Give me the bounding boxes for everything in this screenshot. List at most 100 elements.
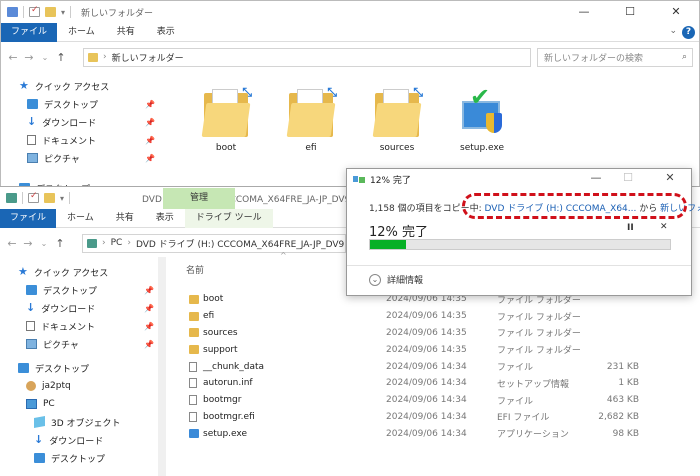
download-icon: ↓: [27, 115, 37, 128]
nav-item-desktop[interactable]: デスクトップ: [0, 359, 160, 377]
tab-view[interactable]: 表示: [146, 23, 186, 42]
icon-item-setup[interactable]: ✔ setup.exe: [447, 83, 517, 153]
breadcrumb-pc[interactable]: PC: [111, 238, 123, 248]
nav-item-documents[interactable]: ドキュメント 📌: [0, 317, 160, 335]
column-header-name[interactable]: 名前: [186, 263, 204, 276]
new-folder-icon[interactable]: [44, 193, 55, 203]
file-row-autorun[interactable]: autorun.inf 2024/09/06 14:34 セットアップ情報 1 …: [175, 375, 700, 392]
dialog-title: 12% 完了: [370, 176, 411, 186]
file-row-bootmgr[interactable]: bootmgr 2024/09/06 14:34 ファイル 463 KB: [175, 392, 700, 409]
nav-item-downloads[interactable]: ↓ ダウンロード: [0, 431, 160, 449]
nav-item-pc[interactable]: PC: [0, 395, 160, 413]
tab-view[interactable]: 表示: [145, 209, 185, 228]
pin-icon: 📌: [144, 321, 154, 331]
back-arrow-icon[interactable]: ←: [4, 237, 20, 250]
file-type: ファイル フォルダー: [497, 312, 581, 323]
nav-label: クイック アクセス: [33, 268, 109, 279]
address-bar[interactable]: › 新しいフォルダー: [83, 47, 531, 67]
nav-scrollbar[interactable]: [158, 257, 166, 476]
up-arrow-icon[interactable]: ↑: [52, 237, 68, 250]
nav-item-downloads[interactable]: ↓ ダウンロード 📌: [1, 113, 161, 131]
file-row-chunk-data[interactable]: __chunk_data 2024/09/06 14:34 ファイル 231 K…: [175, 358, 700, 375]
tab-manage-context[interactable]: 管理: [163, 188, 235, 209]
file-row-setup-exe[interactable]: setup.exe 2024/09/06 14:34 アプリケーション 98 K…: [175, 425, 700, 442]
chevron-down-icon[interactable]: ⌄: [36, 239, 52, 248]
nav-label: ダウンロード: [41, 304, 96, 315]
icon-item-sources[interactable]: ⤡ sources: [362, 85, 432, 153]
back-arrow-icon[interactable]: ←: [5, 51, 21, 64]
file-name: sources: [203, 327, 238, 338]
properties-icon[interactable]: [28, 191, 39, 203]
file-size: 2,682 KB: [598, 411, 639, 422]
nav-item-desktop[interactable]: デスクトップ 📌: [0, 281, 160, 299]
nav-item-downloads[interactable]: ↓ ダウンロード 📌: [0, 299, 160, 317]
file-date: 2024/09/06 14:34: [386, 395, 467, 406]
address-bar[interactable]: › PC › DVD ドライブ (H:) CCCOMA_X64FRE_JA-JP…: [82, 233, 346, 253]
pause-button[interactable]: II: [627, 223, 634, 233]
nav-item-pictures[interactable]: ピクチャ 📌: [0, 335, 160, 353]
close-button[interactable]: ✕: [657, 171, 683, 184]
file-row-support[interactable]: support 2024/09/06 14:35 ファイル フォルダー: [175, 341, 700, 358]
drive-app-icon: [6, 193, 17, 203]
forward-arrow-icon[interactable]: →: [21, 51, 37, 64]
tab-file[interactable]: ファイル: [0, 208, 57, 228]
file-name: bootmgr: [203, 395, 242, 406]
file-list: boot 2024/09/06 14:35 ファイル フォルダー efi 202…: [175, 291, 700, 442]
nav-item-pictures[interactable]: ピクチャ 📌: [1, 149, 161, 167]
tab-home[interactable]: ホーム: [57, 23, 106, 42]
nav-label: 3D オブジェクト: [51, 418, 121, 429]
nav-label: ピクチャ: [44, 154, 80, 165]
nav-item-documents[interactable]: ドキュメント 📌: [1, 131, 161, 149]
nav-item-3d-objects[interactable]: 3D オブジェクト: [0, 413, 160, 431]
minimize-button[interactable]: —: [583, 171, 609, 184]
setup-app-icon: ✔: [458, 83, 506, 137]
new-folder-icon[interactable]: [45, 7, 56, 17]
tab-file[interactable]: ファイル: [1, 22, 58, 42]
icon-label: setup.exe: [460, 143, 504, 153]
pin-icon: 📌: [144, 285, 154, 295]
folder-icon: [189, 345, 199, 355]
minimize-button[interactable]: —: [561, 1, 607, 23]
quick-access-toolbar: ▾: [7, 5, 72, 18]
tab-share[interactable]: 共有: [106, 23, 146, 42]
tab-share[interactable]: 共有: [105, 209, 145, 228]
tab-drive-tools[interactable]: ドライブ ツール: [184, 208, 273, 228]
properties-icon[interactable]: [29, 5, 40, 17]
file-name: bootmgr.efi: [203, 411, 255, 422]
file-row-bootmgr-efi[interactable]: bootmgr.efi 2024/09/06 14:34 EFI ファイル 2,…: [175, 409, 700, 426]
chevron-down-icon[interactable]: ⌄: [37, 53, 53, 62]
chevron-down-icon[interactable]: ▾: [60, 194, 64, 203]
cancel-button[interactable]: ✕: [660, 222, 668, 232]
file-size: 463 KB: [606, 395, 639, 406]
icon-item-boot[interactable]: ⤡ boot: [191, 85, 261, 153]
nav-item-user[interactable]: ja2ptq: [0, 377, 160, 395]
navigation-pane: ★ クイック アクセス デスクトップ 📌 ↓ ダウンロード 📌 ドキュメント 📌…: [1, 77, 161, 189]
help-icon[interactable]: ?: [682, 26, 695, 39]
nav-label: デスクトップ: [43, 286, 98, 297]
file-date: 2024/09/06 14:35: [386, 311, 467, 322]
file-row-efi[interactable]: efi 2024/09/06 14:35 ファイル フォルダー: [175, 308, 700, 325]
tab-home[interactable]: ホーム: [56, 209, 105, 228]
up-arrow-icon[interactable]: ↑: [53, 51, 69, 64]
maximize-button[interactable]: ☐: [607, 1, 653, 23]
shortcut-arrow-icon: ⤡: [327, 85, 337, 99]
breadcrumb-dvd-drive[interactable]: DVD ドライブ (H:) CCCOMA_X64FRE_JA-JP_DV9: [136, 237, 344, 250]
search-input[interactable]: 新しいフォルダーの検索 ⌕: [537, 47, 693, 67]
desktop-icon: [27, 99, 38, 109]
nav-item-desktop[interactable]: デスクトップ 📌: [1, 95, 161, 113]
icon-item-efi[interactable]: ⤡ efi: [276, 85, 346, 153]
shortcut-arrow-icon: ⤡: [413, 85, 423, 99]
divider: [347, 265, 691, 266]
close-button[interactable]: ✕: [653, 1, 699, 23]
nav-item-desktop[interactable]: デスクトップ: [0, 449, 160, 467]
nav-label: ピクチャ: [43, 340, 79, 351]
chevron-down-icon[interactable]: ⌄: [669, 26, 677, 36]
forward-arrow-icon[interactable]: →: [20, 237, 36, 250]
file-row-sources[interactable]: sources 2024/09/06 14:35 ファイル フォルダー: [175, 325, 700, 342]
nav-item-quick-access[interactable]: ★ クイック アクセス: [1, 77, 161, 95]
nav-item-quick-access[interactable]: ★ クイック アクセス: [0, 263, 160, 281]
search-placeholder: 新しいフォルダーの検索: [544, 53, 644, 64]
more-details-toggle[interactable]: ⌄ 詳細情報: [369, 273, 423, 286]
chevron-down-icon[interactable]: ▾: [61, 8, 65, 17]
file-name: boot: [203, 294, 224, 305]
